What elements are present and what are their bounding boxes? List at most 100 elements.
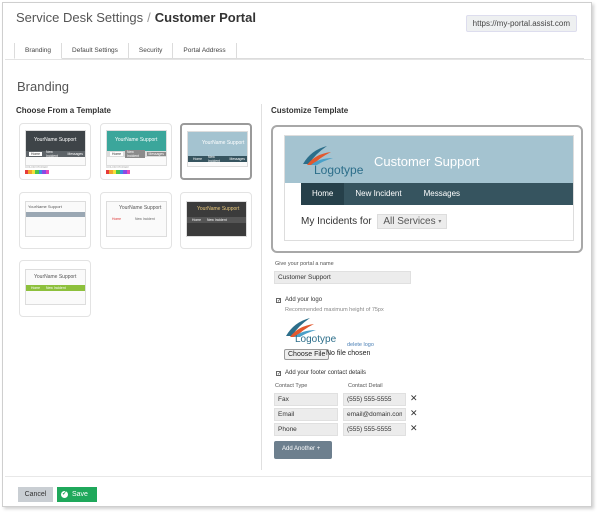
template-nav-item: Home bbox=[31, 286, 41, 290]
portal-name-input[interactable] bbox=[274, 271, 411, 284]
template-title: YourName Support bbox=[119, 205, 162, 211]
preview-portal-title: Customer Support bbox=[374, 154, 480, 169]
template-card-2[interactable]: YourName Support Home New Incident Messa… bbox=[100, 123, 172, 180]
section-title: Branding bbox=[17, 79, 70, 94]
template-preview: YourName Support Home New Incident Messa… bbox=[187, 131, 248, 167]
check-circle-icon: ✓ bbox=[61, 491, 68, 498]
preview-nav-new-incident: New Incident bbox=[355, 189, 402, 198]
tab-portal-address[interactable]: Portal Address bbox=[173, 43, 237, 59]
template-preview: YourName Support Home New Incident bbox=[106, 201, 167, 237]
template-card-4[interactable]: YourName Support bbox=[19, 192, 91, 249]
contact-detail-input[interactable] bbox=[343, 408, 406, 421]
preview-nav: Home New Incident Messages bbox=[301, 183, 573, 205]
logo-thumbnail-text: Logotype bbox=[295, 334, 337, 345]
template-nav: Home New Incident bbox=[187, 217, 246, 223]
template-nav-item: Messages bbox=[146, 152, 166, 156]
contact-detail-input[interactable] bbox=[343, 423, 406, 436]
preview-incidents-row: My Incidents for All Services ▾ bbox=[301, 214, 448, 229]
add-another-button[interactable]: Add Another + bbox=[274, 441, 332, 459]
contact-type-header: Contact Type bbox=[275, 383, 308, 389]
template-nav-item: Home bbox=[192, 218, 202, 222]
color-swatches[interactable] bbox=[25, 170, 49, 174]
save-button-label: Save bbox=[72, 491, 88, 498]
template-preview-panel: Logotype Customer Support Home New Incid… bbox=[271, 125, 583, 253]
template-card-3-selected[interactable]: YourName Support Home New Incident Messa… bbox=[180, 123, 252, 180]
page-header: Service Desk Settings / Customer Portal bbox=[16, 10, 256, 25]
remove-contact-icon[interactable]: ✕ bbox=[410, 409, 418, 418]
settings-tabs: Branding Default Settings Security Porta… bbox=[14, 43, 584, 59]
template-card-5[interactable]: YourName Support Home New Incident bbox=[100, 192, 172, 249]
preview-services-select: All Services ▾ bbox=[377, 214, 448, 229]
contact-type-input[interactable] bbox=[274, 408, 338, 421]
template-nav-item: Home bbox=[193, 157, 203, 161]
breadcrumb-separator: / bbox=[147, 10, 151, 25]
template-preview: YourName Support bbox=[25, 201, 86, 237]
template-nav: Home New Incident Messages bbox=[26, 150, 85, 158]
column-divider bbox=[261, 104, 262, 470]
template-nav: Home New Incident bbox=[26, 285, 85, 291]
footer-divider bbox=[5, 476, 591, 477]
logo-checkbox-label: Add your logo bbox=[285, 297, 323, 303]
template-preview: YourName Support Home New Incident bbox=[186, 201, 247, 237]
template-nav-item: New Incident bbox=[208, 155, 220, 163]
page-title: Customer Portal bbox=[154, 10, 256, 25]
remove-contact-icon[interactable]: ✕ bbox=[410, 424, 418, 433]
contact-detail-header: Contact Detail bbox=[348, 383, 383, 389]
template-nav-item: Home bbox=[112, 217, 122, 221]
template-nav: Home New Incident Messages bbox=[107, 150, 166, 158]
template-title: YourName Support bbox=[115, 137, 158, 143]
template-nav-item: Home bbox=[110, 152, 124, 156]
tab-default-settings[interactable]: Default Settings bbox=[62, 43, 129, 59]
portal-preview: Logotype Customer Support Home New Incid… bbox=[284, 135, 574, 241]
template-nav-item: New Incident bbox=[46, 286, 66, 290]
template-card-6[interactable]: YourName Support Home New Incident bbox=[180, 192, 252, 249]
template-title: YourName Support bbox=[34, 137, 77, 143]
logo-hint: Recommended maximum height of 75px bbox=[285, 307, 384, 313]
template-nav-item: New Incident bbox=[207, 218, 227, 222]
template-nav: Home New Incident bbox=[107, 216, 166, 222]
template-nav-item: Messages bbox=[67, 152, 83, 156]
delete-logo-link[interactable]: delete logo bbox=[347, 342, 374, 348]
dropdown-arrow-icon: ▾ bbox=[438, 218, 442, 225]
template-nav-item: New Incident bbox=[125, 150, 145, 158]
template-chooser-heading: Choose From a Template bbox=[16, 106, 111, 115]
color-picker-label: COLOR PICKER bbox=[25, 165, 48, 169]
template-nav-item: New Incident bbox=[135, 217, 155, 221]
tab-security[interactable]: Security bbox=[129, 43, 174, 59]
template-card-1[interactable]: YourName Support Home New Incident Messa… bbox=[19, 123, 91, 180]
color-swatches[interactable] bbox=[106, 170, 130, 174]
tab-branding[interactable]: Branding bbox=[14, 43, 63, 59]
cancel-button[interactable]: Cancel bbox=[18, 487, 53, 502]
choose-file-button[interactable]: Choose File bbox=[284, 349, 330, 360]
contact-detail-input[interactable] bbox=[343, 393, 406, 406]
template-preview: YourName Support Home New Incident Messa… bbox=[106, 130, 167, 166]
color-picker-label: COLOR PICKER bbox=[106, 165, 129, 169]
preview-logotype-text: Logotype bbox=[314, 163, 364, 177]
template-title: YourName Support bbox=[34, 274, 77, 280]
template-title: YourName Support bbox=[28, 204, 62, 209]
template-title: YourName Support bbox=[202, 140, 245, 146]
logo-checkbox[interactable]: ✓ bbox=[276, 298, 281, 304]
template-title: YourName Support bbox=[197, 206, 240, 212]
file-status-text: No file chosen bbox=[326, 350, 371, 357]
customize-heading: Customize Template bbox=[271, 106, 349, 115]
remove-contact-icon[interactable]: ✕ bbox=[410, 394, 418, 403]
template-nav-item: Home bbox=[29, 152, 43, 156]
footer-checkbox-label: Add your footer contact details bbox=[285, 370, 367, 376]
preview-header: Logotype Customer Support bbox=[285, 136, 573, 183]
preview-incidents-label: My Incidents for bbox=[301, 216, 372, 227]
preview-nav-messages: Messages bbox=[423, 189, 461, 198]
portal-url-badge[interactable]: https://my-portal.assist.com bbox=[465, 15, 577, 32]
preview-nav-home: Home bbox=[301, 183, 345, 205]
preview-services-value: All Services bbox=[383, 216, 436, 227]
template-nav: Home New Incident Messages bbox=[188, 155, 247, 163]
template-preview: YourName Support Home New Incident bbox=[25, 269, 86, 305]
template-card-7[interactable]: YourName Support Home New Incident bbox=[19, 260, 91, 317]
save-button[interactable]: ✓ Save bbox=[57, 487, 97, 502]
footer-checkbox[interactable]: ✓ bbox=[276, 371, 281, 377]
template-header-band bbox=[26, 212, 85, 217]
settings-window: Service Desk Settings / Customer Portal ht… bbox=[2, 2, 592, 507]
contact-type-input[interactable] bbox=[274, 423, 338, 436]
breadcrumb-root[interactable]: Service Desk Settings bbox=[16, 10, 143, 25]
contact-type-input[interactable] bbox=[274, 393, 338, 406]
